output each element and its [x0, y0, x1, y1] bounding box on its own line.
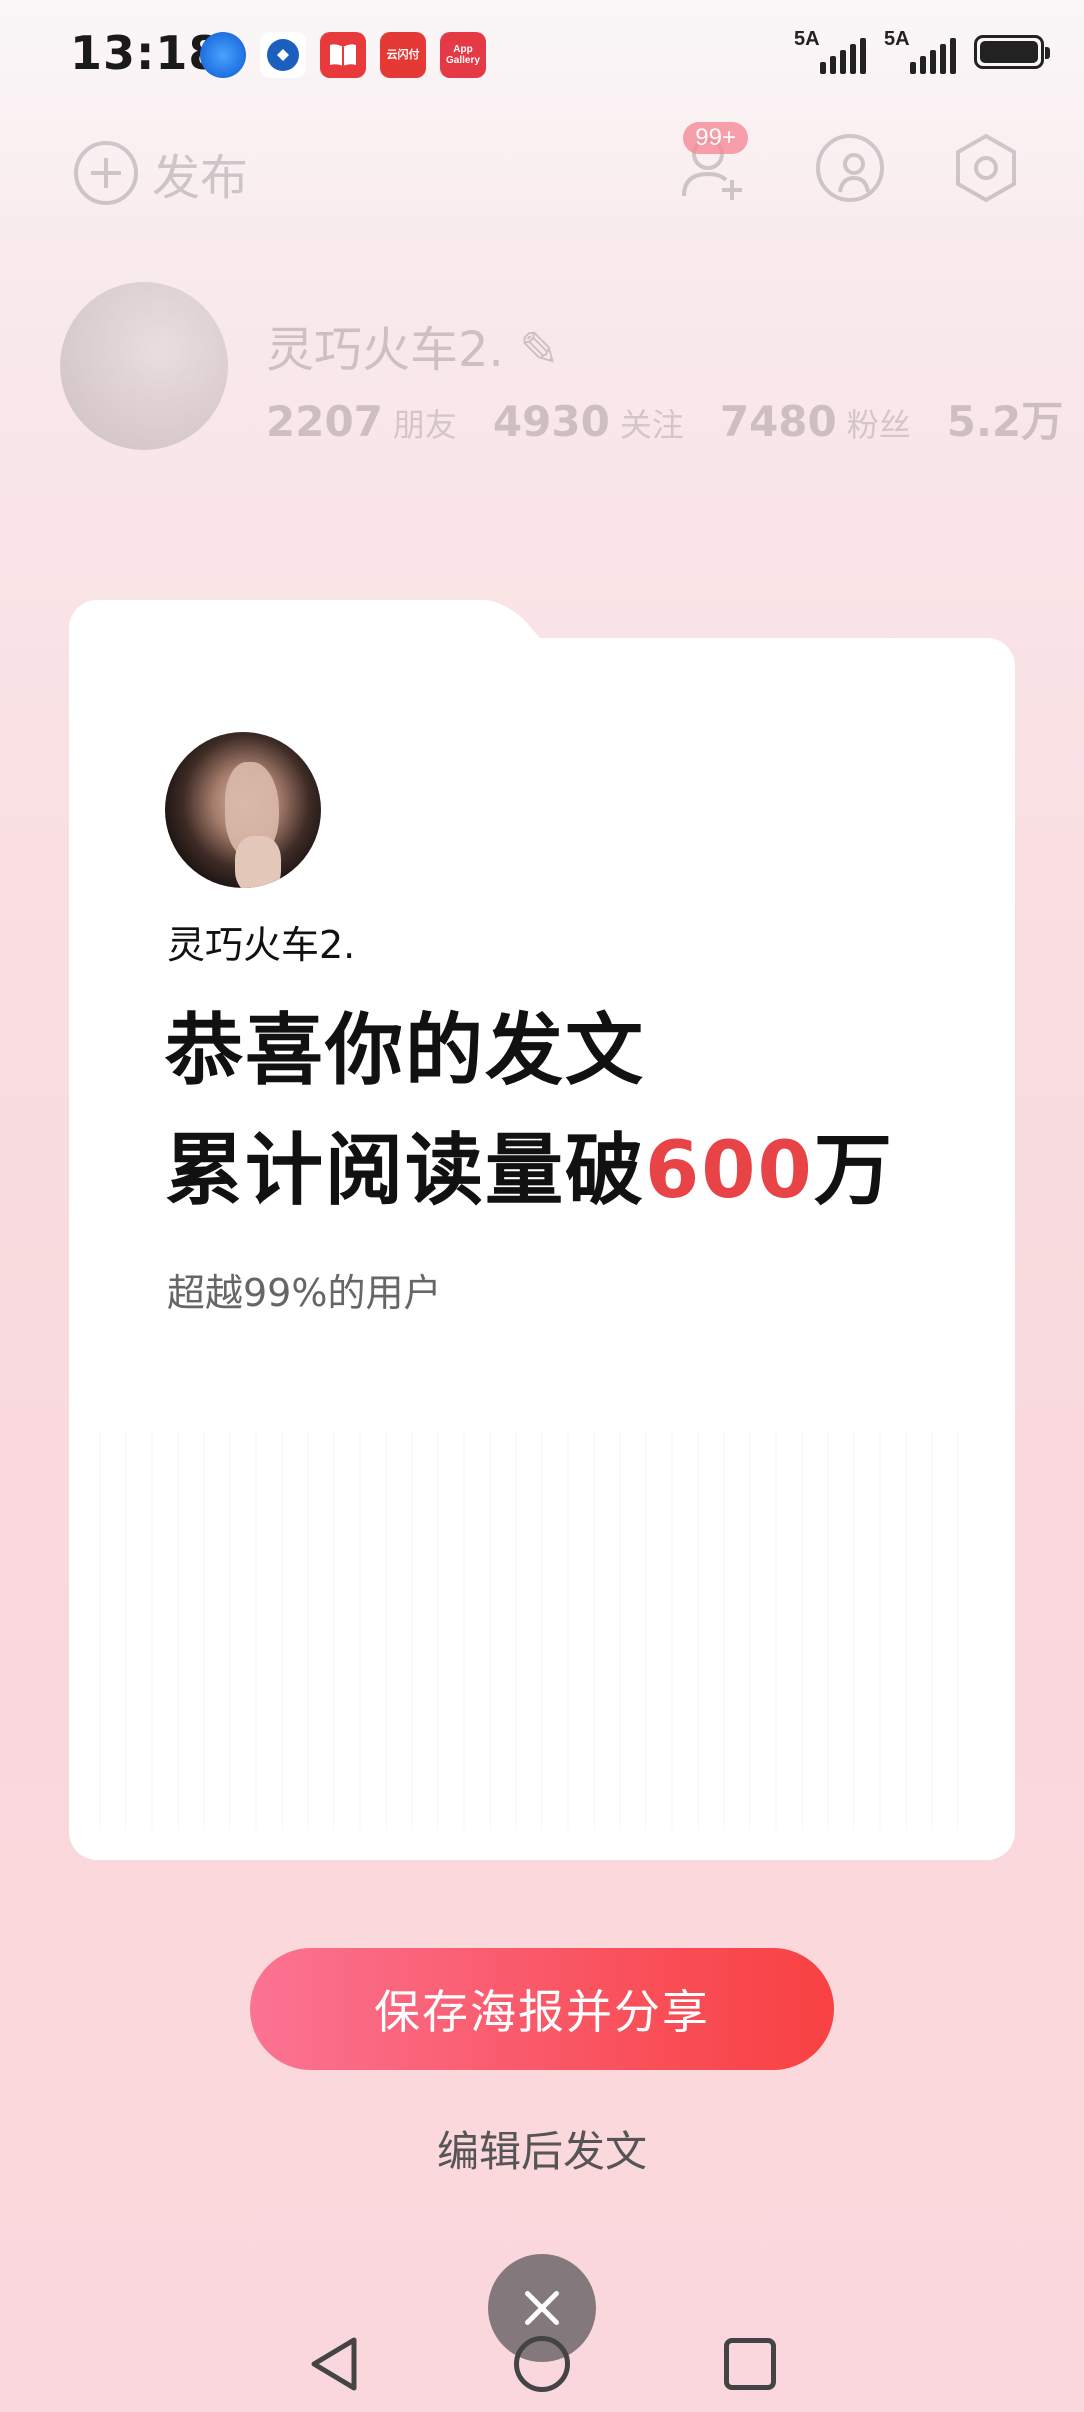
profile-name: 灵巧火车2. ✎ — [266, 322, 560, 378]
user-badge-icon[interactable] — [812, 130, 888, 206]
nav-recent-icon[interactable] — [724, 2338, 776, 2390]
save-poster-share-button[interactable]: 保存海报并分享 — [250, 1948, 834, 2070]
publish-button[interactable]: 发布 — [74, 138, 248, 208]
notification-badge: 99+ — [683, 122, 748, 154]
card-decoration — [99, 1430, 979, 1830]
card-subtitle: 超越99%的用户 — [167, 1271, 442, 1315]
stat-likes[interactable]: 5.2万 — [947, 388, 1063, 449]
profile-summary: 灵巧火车2. ✎ 2207 朋友 4930 关注 7480 粉丝 5.2万 — [60, 282, 1063, 452]
battery-icon — [974, 35, 1050, 69]
status-app-icons: 云闪付 App Gallery — [200, 32, 486, 78]
app-gallery-icon: App Gallery — [440, 32, 486, 78]
poster-card: 灵巧火车2. 恭喜你的发文 累计阅读量破600万 超越99%的用户 — [69, 638, 1015, 1860]
reader-app-icon — [320, 32, 366, 78]
status-time: 13:18 — [70, 26, 222, 80]
plus-circle-icon — [74, 141, 138, 205]
card-headline-line2: 累计阅读量破600万 — [165, 1126, 894, 1216]
stat-following[interactable]: 4930 关注 — [493, 397, 684, 446]
unionpay-app-icon: 云闪付 — [380, 32, 426, 78]
settings-icon[interactable] — [948, 130, 1024, 206]
status-indicators: 5A 5A — [794, 28, 1050, 74]
card-username: 灵巧火车2. — [167, 923, 356, 967]
stat-followers[interactable]: 7480 粉丝 — [720, 397, 911, 446]
profile-stats: 2207 朋友 4930 关注 7480 粉丝 5.2万 — [266, 388, 1063, 449]
browser-app-icon — [200, 32, 246, 78]
signal-icon: 5A — [794, 28, 866, 74]
card-headline-line1: 恭喜你的发文 — [165, 1006, 646, 1096]
stat-friends[interactable]: 2207 朋友 — [266, 397, 457, 446]
status-bar: 13:18 云闪付 App Gallery 5A 5A — [0, 0, 1084, 110]
bank-app-icon — [260, 32, 306, 78]
nav-home-icon[interactable] — [514, 2336, 570, 2392]
nav-back-icon[interactable] — [306, 2334, 362, 2394]
signal-icon-2: 5A — [884, 28, 956, 74]
card-avatar — [165, 732, 321, 888]
publish-label: 发布 — [152, 150, 249, 206]
read-count-highlight: 600 — [645, 1126, 814, 1216]
avatar[interactable] — [60, 282, 228, 450]
edit-then-post-link[interactable]: 编辑后发文 — [0, 2118, 1084, 2179]
